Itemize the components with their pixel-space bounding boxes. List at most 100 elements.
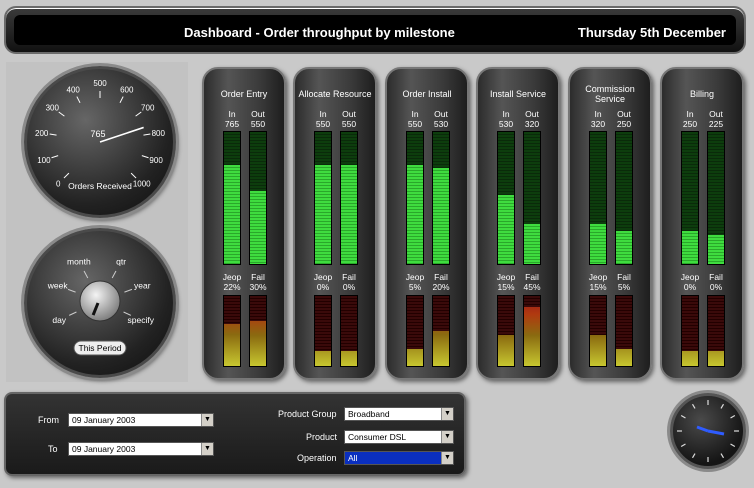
fail-fill bbox=[250, 320, 266, 366]
in-level-fill bbox=[590, 224, 606, 264]
chevron-down-icon[interactable]: ▼ bbox=[201, 443, 213, 455]
fail-label-text: Fail bbox=[342, 272, 356, 282]
clock-tick bbox=[680, 443, 686, 448]
out-value: 250 bbox=[616, 119, 632, 129]
gauge-tick-label: 500 bbox=[93, 79, 107, 88]
in-value: 320 bbox=[590, 119, 606, 129]
period-option-day[interactable]: day bbox=[52, 315, 66, 325]
operation-select[interactable]: All ▼ bbox=[344, 451, 454, 465]
out-label: Out 320 bbox=[522, 109, 542, 129]
stage-module: Billing In 250 Out 225 Jeop 0% Fail 0% bbox=[660, 67, 744, 380]
product-value: Consumer DSL bbox=[348, 432, 407, 442]
stage-module: Order Install In 550 Out 530 Jeop 5% Fail 20… bbox=[385, 67, 469, 380]
out-level-bar bbox=[615, 131, 633, 265]
gauge-tick bbox=[141, 155, 149, 159]
period-option-qtr[interactable]: qtr bbox=[116, 256, 126, 266]
in-label-text: In bbox=[686, 109, 694, 119]
fail-value: 0% bbox=[342, 282, 356, 292]
in-label: In 765 bbox=[222, 109, 242, 129]
out-level-fill bbox=[250, 191, 266, 264]
to-date-select[interactable]: 09 January 2003 ▼ bbox=[68, 442, 214, 456]
product-group-select[interactable]: Broadband ▼ bbox=[344, 407, 454, 421]
jeopardy-fill bbox=[498, 334, 514, 366]
stage-name-text: Allocate Resource bbox=[298, 89, 372, 99]
clock-widget bbox=[670, 393, 746, 469]
jeop-value: 15% bbox=[589, 282, 607, 292]
out-level-bar bbox=[249, 131, 267, 265]
fail-label-text: Fail bbox=[434, 272, 448, 282]
in-level-bar bbox=[406, 131, 424, 265]
period-knob[interactable] bbox=[79, 280, 121, 322]
fail-bar bbox=[432, 295, 450, 367]
gauge-caption: Orders Received bbox=[68, 181, 132, 191]
fail-value: 30% bbox=[249, 282, 267, 292]
jeop-label: Jeop 15% bbox=[496, 272, 516, 292]
jeop-label-text: Jeop bbox=[222, 272, 242, 282]
period-option-month[interactable]: month bbox=[67, 256, 91, 266]
from-date-select[interactable]: 09 January 2003 ▼ bbox=[68, 413, 214, 427]
stage-name-text: Order Install bbox=[402, 89, 452, 99]
gauge-value: 765 bbox=[90, 129, 105, 139]
out-value: 320 bbox=[524, 119, 540, 129]
fail-label-text: Fail bbox=[617, 272, 631, 282]
period-selector-dial[interactable]: day week month qtr year specify This Period bbox=[24, 228, 176, 378]
gauge-tick bbox=[63, 172, 70, 179]
fail-label: Fail 5% bbox=[614, 272, 634, 292]
operation-value: All bbox=[348, 453, 358, 463]
jeop-label: Jeop 0% bbox=[313, 272, 333, 292]
period-tick bbox=[111, 270, 117, 279]
out-level-bar bbox=[432, 131, 450, 265]
clock-tick bbox=[730, 443, 736, 448]
product-group-label: Product Group bbox=[278, 409, 337, 419]
out-label-text: Out bbox=[525, 109, 539, 119]
chevron-down-icon[interactable]: ▼ bbox=[441, 431, 453, 443]
clock-minute-hand bbox=[696, 425, 709, 433]
to-label: To bbox=[48, 444, 58, 454]
gauge-tick bbox=[51, 155, 59, 159]
period-option-year[interactable]: year bbox=[134, 281, 151, 291]
chevron-down-icon[interactable]: ▼ bbox=[441, 452, 453, 464]
in-label-text: In bbox=[411, 109, 419, 119]
clock-tick bbox=[691, 453, 696, 459]
title-bar: Dashboard - Order throughput by mileston… bbox=[4, 6, 746, 54]
gauge-tick bbox=[58, 111, 65, 117]
period-dial-face[interactable]: day week month qtr year specify This Period bbox=[27, 231, 173, 375]
in-label-text: In bbox=[228, 109, 236, 119]
jeop-label: Jeop 0% bbox=[680, 272, 700, 292]
gauge-tick bbox=[49, 133, 57, 136]
out-label-text: Out bbox=[342, 109, 356, 119]
orders-received-gauge: 0 100 200 300 400 500 600 700 800 900 1000 765 Order… bbox=[24, 66, 176, 218]
gauge-tick bbox=[135, 111, 142, 117]
gauge-needle bbox=[99, 126, 144, 143]
gauge-tick-label: 200 bbox=[35, 129, 49, 138]
period-option-specify[interactable]: specify bbox=[128, 315, 155, 325]
in-label: In 250 bbox=[680, 109, 700, 129]
out-label: Out 250 bbox=[614, 109, 634, 129]
fail-label: Fail 0% bbox=[706, 272, 726, 292]
period-option-week[interactable]: week bbox=[47, 281, 69, 291]
in-level-fill bbox=[407, 165, 423, 264]
gauge-tick-label: 700 bbox=[141, 103, 155, 112]
chevron-down-icon[interactable]: ▼ bbox=[441, 408, 453, 420]
in-level-bar bbox=[497, 131, 515, 265]
jeopardy-bar bbox=[223, 295, 241, 367]
jeop-label-text: Jeop bbox=[680, 272, 700, 282]
fail-value: 5% bbox=[617, 282, 631, 292]
stage-module: Allocate Resource In 550 Out 550 Jeop 0% Fa… bbox=[293, 67, 377, 380]
stage-name: Billing bbox=[662, 83, 742, 105]
title-bar-inner: Dashboard - Order throughput by mileston… bbox=[14, 15, 736, 45]
in-value: 765 bbox=[224, 119, 240, 129]
gauge-tick-label: 900 bbox=[149, 156, 163, 165]
jeop-label: Jeop 22% bbox=[222, 272, 242, 292]
this-period-label[interactable]: This Period bbox=[79, 343, 122, 353]
out-level-fill bbox=[616, 231, 632, 264]
chevron-down-icon[interactable]: ▼ bbox=[201, 414, 213, 426]
jeopardy-fill bbox=[590, 334, 606, 366]
product-select[interactable]: Consumer DSL ▼ bbox=[344, 430, 454, 444]
fail-fill bbox=[433, 331, 449, 366]
stage-name-text: Order Entry bbox=[220, 89, 268, 99]
out-level-fill bbox=[433, 167, 449, 264]
in-level-fill bbox=[224, 165, 240, 264]
clock-tick bbox=[720, 453, 725, 459]
stage-name: Commission Service bbox=[570, 83, 650, 105]
